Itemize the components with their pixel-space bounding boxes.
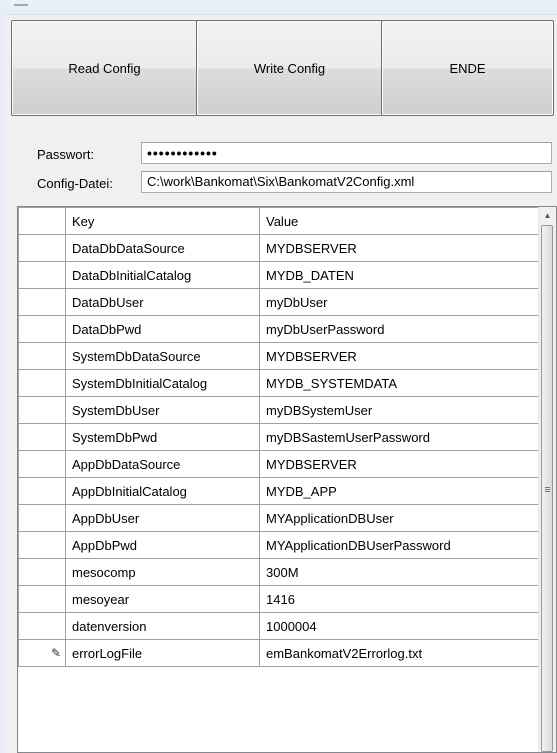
value-cell[interactable]: 1000004 [259,612,541,640]
row-header[interactable] [18,423,66,451]
row-header[interactable] [18,288,66,316]
row-header[interactable] [18,234,66,262]
value-cell[interactable]: myDbUserPassword [259,315,541,343]
key-cell[interactable]: DataDbInitialCatalog [65,261,260,289]
row-header-corner[interactable] [18,207,66,235]
password-field[interactable]: •••••••••••• [141,142,552,164]
table-row[interactable]: SystemDbInitialCatalog MYDB_SYSTEMDATA [18,369,541,397]
value-cell[interactable]: MYDBSERVER [259,450,541,478]
table-row[interactable]: mesoyear 1416 [18,585,541,613]
config-file-label: Config-Datei: [37,176,113,191]
header-row: Key Value [18,207,541,235]
key-cell[interactable]: DataDbUser [65,288,260,316]
row-header[interactable] [18,342,66,370]
key-cell[interactable]: datenversion [65,612,260,640]
exit-button[interactable]: ENDE [381,20,554,116]
table-row[interactable]: DataDbUser myDbUser [18,288,541,316]
window-top-strip [0,0,557,15]
table-row[interactable]: DataDbDataSource MYDBSERVER [18,234,541,262]
value-cell[interactable]: myDbUser [259,288,541,316]
value-cell[interactable]: MYApplicationDBUser [259,504,541,532]
row-header[interactable] [18,477,66,505]
table-row[interactable]: DataDbInitialCatalog MYDB_DATEN [18,261,541,289]
table-row[interactable]: AppDbPwd MYApplicationDBUserPassword [18,531,541,559]
read-config-button[interactable]: Read Config [11,20,198,116]
table-row[interactable]: AppDbUser MYApplicationDBUser [18,504,541,532]
row-header[interactable] [18,396,66,424]
column-header-value[interactable]: Value [259,207,541,235]
value-cell[interactable]: MYDB_SYSTEMDATA [259,369,541,397]
key-cell[interactable]: mesocomp [65,558,260,586]
table-row[interactable]: ✎ errorLogFile emBankomatV2Errorlog.txt [18,639,541,667]
key-cell[interactable]: AppDbUser [65,504,260,532]
key-cell[interactable]: SystemDbInitialCatalog [65,369,260,397]
row-header[interactable]: ✎ [18,639,66,667]
config-file-field[interactable]: C:\work\Bankomat\Six\BankomatV2Config.xm… [141,171,552,193]
scrollbar-thumb[interactable] [541,225,553,752]
vertical-scrollbar[interactable]: ▲ [538,207,556,752]
value-cell[interactable]: 1416 [259,585,541,613]
column-header-key[interactable]: Key [65,207,260,235]
row-header[interactable] [18,531,66,559]
table-row[interactable]: AppDbInitialCatalog MYDB_APP [18,477,541,505]
key-cell[interactable]: AppDbPwd [65,531,260,559]
pencil-icon: ✎ [50,646,61,660]
row-header[interactable] [18,450,66,478]
key-cell[interactable]: errorLogFile [65,639,260,667]
scroll-up-arrow-icon[interactable]: ▲ [539,207,556,224]
title-mark [14,4,28,6]
table-row[interactable]: AppDbDataSource MYDBSERVER [18,450,541,478]
row-header[interactable] [18,261,66,289]
password-label: Passwort: [37,147,95,162]
value-cell[interactable]: MYDBSERVER [259,234,541,262]
value-cell[interactable]: myDBSastemUserPassword [259,423,541,451]
value-cell[interactable]: MYDB_APP [259,477,541,505]
table-row[interactable]: SystemDbPwd myDBSastemUserPassword [18,423,541,451]
key-cell[interactable]: DataDbDataSource [65,234,260,262]
row-header[interactable] [18,315,66,343]
config-grid[interactable]: Key Value DataDbDataSource MYDBSERVER Data… [17,206,557,753]
key-cell[interactable]: SystemDbUser [65,396,260,424]
table-row[interactable]: mesocomp 300M [18,558,541,586]
row-header[interactable] [18,558,66,586]
value-cell[interactable]: MYDBSERVER [259,342,541,370]
value-cell[interactable]: MYDB_DATEN [259,261,541,289]
table-row[interactable]: SystemDbUser myDBSystemUser [18,396,541,424]
value-cell[interactable]: myDBSystemUser [259,396,541,424]
key-cell[interactable]: DataDbPwd [65,315,260,343]
window-left-edge [0,14,6,753]
key-cell[interactable]: AppDbDataSource [65,450,260,478]
row-header[interactable] [18,585,66,613]
value-cell[interactable]: MYApplicationDBUserPassword [259,531,541,559]
row-header[interactable] [18,612,66,640]
config-table: Key Value DataDbDataSource MYDBSERVER Data… [18,207,541,667]
row-header[interactable] [18,369,66,397]
write-config-button[interactable]: Write Config [196,20,383,116]
value-cell[interactable]: 300M [259,558,541,586]
table-row[interactable]: datenversion 1000004 [18,612,541,640]
key-cell[interactable]: SystemDbPwd [65,423,260,451]
row-header[interactable] [18,504,66,532]
table-row[interactable]: SystemDbDataSource MYDBSERVER [18,342,541,370]
key-cell[interactable]: AppDbInitialCatalog [65,477,260,505]
table-row[interactable]: DataDbPwd myDbUserPassword [18,315,541,343]
value-cell[interactable]: emBankomatV2Errorlog.txt [259,639,541,667]
key-cell[interactable]: mesoyear [65,585,260,613]
key-cell[interactable]: SystemDbDataSource [65,342,260,370]
